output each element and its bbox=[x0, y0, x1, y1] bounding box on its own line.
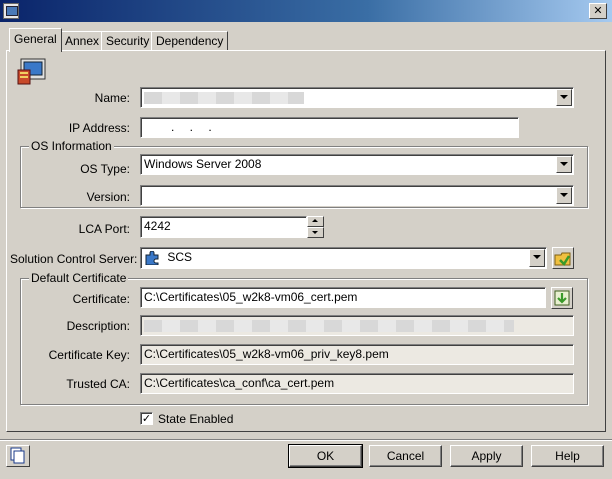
tab-annex[interactable]: Annex bbox=[60, 31, 105, 51]
redacted-text bbox=[144, 91, 304, 104]
browse-certificate-button[interactable] bbox=[551, 287, 573, 309]
solution-control-server-combobox[interactable]: SCS bbox=[140, 247, 547, 269]
lca-port-input[interactable]: 4242 bbox=[140, 216, 307, 238]
close-button[interactable]: ✕ bbox=[589, 3, 607, 19]
spin-down-icon[interactable] bbox=[307, 227, 324, 238]
trusted-ca-label: Trusted CA: bbox=[66, 377, 130, 391]
cancel-button[interactable]: Cancel bbox=[369, 445, 442, 467]
checkmark-icon: ✓ bbox=[141, 412, 152, 425]
state-enabled-checkbox[interactable]: ✓ bbox=[140, 412, 153, 425]
footer-separator bbox=[0, 439, 612, 441]
close-icon: ✕ bbox=[593, 4, 603, 17]
solution-control-server-value: SCS bbox=[167, 250, 193, 264]
host-icon bbox=[17, 58, 46, 85]
os-information-title: OS Information bbox=[29, 139, 114, 153]
redacted-text bbox=[144, 319, 514, 332]
os-type-dropdown-button[interactable] bbox=[556, 156, 572, 173]
tab-security[interactable]: Security bbox=[101, 31, 155, 51]
ip-address-label: IP Address: bbox=[68, 121, 130, 135]
certificate-label: Certificate: bbox=[72, 292, 130, 306]
app-icon bbox=[3, 3, 19, 19]
name-dropdown-button[interactable] bbox=[556, 89, 572, 106]
certificate-key-input: C:\Certificates\05_w2k8-vm06_priv_key8.p… bbox=[140, 344, 574, 365]
os-type-combobox[interactable]: Windows Server 2008 bbox=[140, 154, 574, 175]
ip-address-input[interactable]: . . . bbox=[140, 117, 519, 138]
ok-button[interactable]: OK bbox=[288, 444, 363, 468]
description-input bbox=[140, 315, 574, 336]
default-certificate-title: Default Certificate bbox=[29, 271, 129, 285]
os-type-value: Windows Server 2008 bbox=[144, 157, 262, 171]
solution-control-server-label: Solution Control Server: bbox=[10, 252, 138, 266]
lca-port-spinner[interactable] bbox=[307, 216, 324, 238]
help-button[interactable]: Help bbox=[531, 445, 604, 467]
lca-port-label: LCA Port: bbox=[78, 222, 130, 236]
tab-general[interactable]: General bbox=[9, 28, 62, 52]
trusted-ca-input: C:\Certificates\ca_conf\ca_cert.pem bbox=[140, 373, 574, 394]
browse-scs-button[interactable] bbox=[552, 247, 574, 269]
description-label: Description: bbox=[66, 319, 130, 333]
name-combobox[interactable] bbox=[140, 87, 574, 108]
tab-dependency[interactable]: Dependency bbox=[151, 31, 229, 51]
spin-up-icon[interactable] bbox=[307, 216, 324, 227]
os-type-label: OS Type: bbox=[80, 162, 130, 176]
state-enabled-label[interactable]: State Enabled bbox=[158, 412, 233, 426]
certificate-browse-icon bbox=[554, 290, 570, 306]
certificate-key-label: Certificate Key: bbox=[48, 348, 130, 362]
certificate-input[interactable]: C:\Certificates\05_w2k8-vm06_cert.pem bbox=[140, 287, 546, 308]
version-dropdown-button[interactable] bbox=[556, 187, 572, 204]
version-label: Version: bbox=[86, 190, 130, 204]
title-bar[interactable]: ✕ bbox=[0, 0, 612, 22]
folder-arrow-icon bbox=[554, 252, 571, 266]
name-label: Name: bbox=[94, 91, 130, 105]
version-combobox[interactable] bbox=[140, 185, 574, 206]
copy-button[interactable] bbox=[6, 445, 30, 467]
puzzle-icon bbox=[145, 250, 159, 266]
apply-button[interactable]: Apply bbox=[450, 445, 523, 467]
solution-control-server-dropdown-button[interactable] bbox=[529, 249, 545, 267]
copy-icon bbox=[10, 447, 25, 464]
